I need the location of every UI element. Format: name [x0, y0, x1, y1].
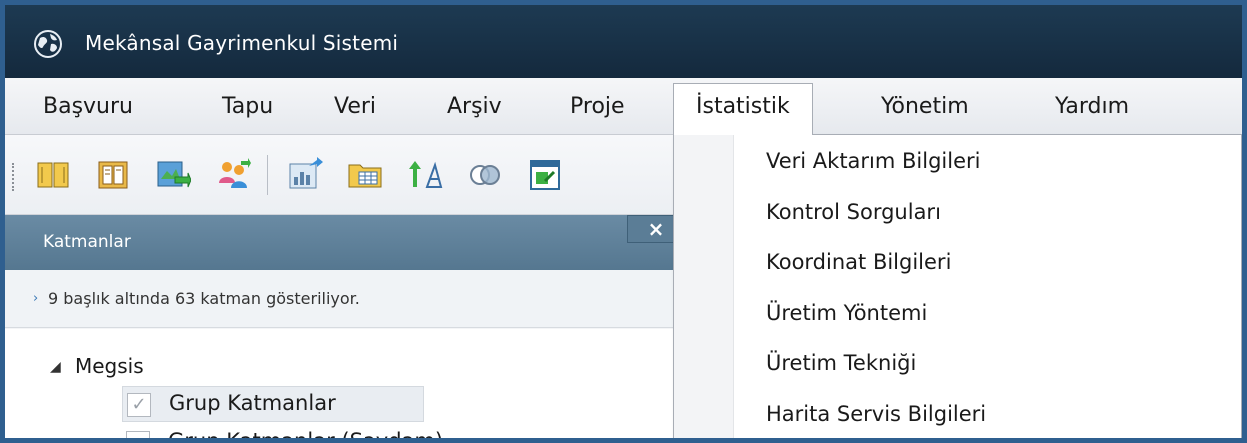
menu-veri[interactable]: Veri	[334, 78, 376, 135]
menu-arsiv[interactable]: Arşiv	[447, 78, 502, 135]
layer-checkbox[interactable]	[126, 431, 150, 438]
layers-tree: ◢ Megsis ✓ Grup Katmanlar Grup Katmanlar…	[5, 329, 685, 443]
tree-item-label: Grup Katmanlar	[169, 391, 336, 415]
title-bar: Mekânsal Gayrimenkul Sistemi	[5, 5, 1242, 78]
sort-icon[interactable]	[407, 157, 443, 193]
istatistik-dropdown-menu: Veri Aktarım Bilgileri Kontrol Sorguları…	[673, 134, 1242, 438]
map-export-icon[interactable]	[155, 157, 191, 193]
chart-export-icon[interactable]	[287, 157, 323, 193]
layers-info-bar[interactable]: › 9 başlık altında 63 katman gösteriliyo…	[5, 270, 685, 328]
menu-istatistik[interactable]: İstatistik	[673, 83, 813, 135]
menu-item-uretim-teknigi[interactable]: Üretim Tekniği	[766, 351, 916, 375]
layers-info-text: 9 başlık altında 63 katman gösteriliyor.	[48, 289, 360, 308]
users-icon[interactable]	[215, 157, 251, 193]
menu-item-kontrol-sorgulari[interactable]: Kontrol Sorguları	[766, 200, 941, 224]
menu-yonetim[interactable]: Yönetim	[881, 78, 969, 135]
globe-icon	[34, 30, 62, 58]
menu-item-veri-aktarim-bilgileri[interactable]: Veri Aktarım Bilgileri	[766, 149, 981, 173]
tree-item[interactable]: ✓ Grup Katmanlar	[122, 386, 424, 422]
overlay-circles-icon[interactable]	[467, 157, 503, 193]
tree-item-label: Grup Katmanlar (Saydam)	[168, 429, 444, 443]
tree-root-label[interactable]: Megsis	[75, 354, 144, 378]
open-book-icon[interactable]	[95, 157, 131, 193]
toolbar-separator	[267, 155, 268, 195]
menu-item-koordinat-bilgileri[interactable]: Koordinat Bilgileri	[766, 250, 951, 274]
window-icon[interactable]	[527, 157, 563, 193]
menu-proje[interactable]: Proje	[570, 78, 625, 135]
toolbar-grip[interactable]	[12, 163, 16, 191]
folder-table-icon[interactable]	[347, 157, 383, 193]
app-title: Mekânsal Gayrimenkul Sistemi	[85, 31, 399, 55]
layer-checkbox[interactable]: ✓	[127, 393, 151, 417]
menu-yardim[interactable]: Yardım	[1055, 78, 1129, 135]
menu-item-uretim-yontemi[interactable]: Üretim Yöntemi	[766, 301, 927, 325]
tree-expand-icon[interactable]: ◢	[50, 359, 61, 375]
layers-panel-title: Katmanlar	[43, 232, 131, 252]
book-icon[interactable]	[35, 157, 71, 193]
tree-item[interactable]: Grup Katmanlar (Saydam)	[122, 425, 542, 443]
menu-tapu[interactable]: Tapu	[222, 78, 273, 135]
layers-panel-header: Katmanlar ×	[5, 215, 685, 270]
menu-bar: Başvuru Tapu Veri Arşiv Proje İstatistik…	[5, 78, 1242, 135]
menu-basvuru[interactable]: Başvuru	[43, 78, 133, 135]
menu-item-harita-servis-bilgileri[interactable]: Harita Servis Bilgileri	[766, 402, 986, 426]
app-window: Mekânsal Gayrimenkul Sistemi Başvuru Tap…	[0, 0, 1247, 443]
menu-icon-gutter	[674, 135, 734, 438]
chevron-right-icon: ›	[33, 291, 39, 306]
